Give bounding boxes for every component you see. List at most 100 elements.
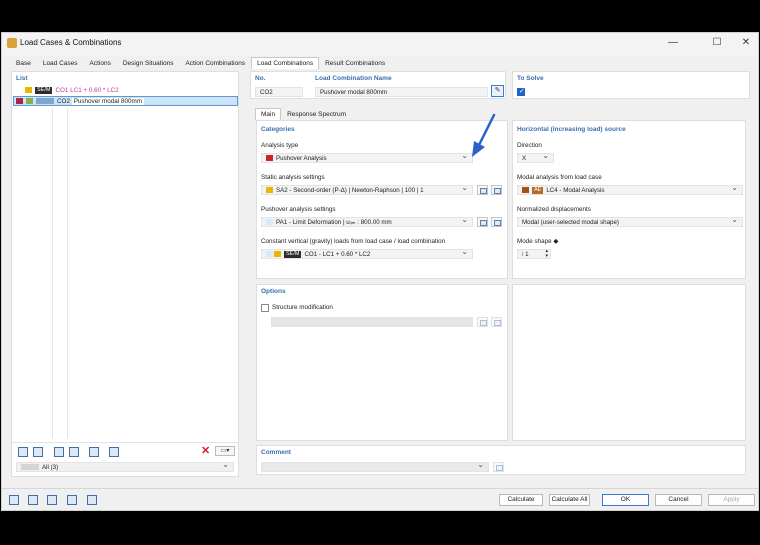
comment-edit-icon xyxy=(493,462,504,472)
tab-design-situations[interactable]: Design Situations xyxy=(117,57,180,69)
sort-icon[interactable] xyxy=(108,446,119,457)
function-icon[interactable] xyxy=(86,494,97,505)
empty-panel xyxy=(512,284,746,441)
edit-name-icon[interactable]: ✎ xyxy=(491,85,504,97)
comment-panel: Comment xyxy=(256,445,746,475)
sub-tabs: Main Response Spectrum xyxy=(255,108,352,120)
list-item-name: Pushover modal 800mm xyxy=(71,98,144,105)
minimize-icon[interactable]: — xyxy=(662,36,684,50)
no-label: No. xyxy=(255,75,266,82)
mode-shape-label: Mode shape ◆ xyxy=(517,238,559,245)
options-header: Options xyxy=(261,288,286,295)
spinner-arrows-icon[interactable]: ▴ ▾ xyxy=(545,250,548,258)
calculate-button[interactable]: Calculate xyxy=(499,494,543,506)
modal-analysis-tag: AE xyxy=(532,186,544,194)
constant-loads-value: CO1 - LC1 + 0.60 * LC2 xyxy=(304,251,371,258)
close-icon[interactable]: ✕ xyxy=(735,36,757,50)
structure-modification-select xyxy=(271,317,473,327)
dialog-window: Load Cases & Combinations — ☐ ✕ Base Loa… xyxy=(1,32,759,511)
comment-header: Comment xyxy=(261,449,291,456)
title-bar: Load Cases & Combinations — ☐ ✕ xyxy=(2,33,758,55)
delete-icon[interactable]: ✕ xyxy=(201,444,210,457)
categories-header: Categories xyxy=(261,126,295,133)
filter-icon[interactable] xyxy=(66,494,77,505)
horizontal-source-panel: Horizontal (increasing load) source Dire… xyxy=(512,120,746,279)
model-icon[interactable] xyxy=(46,494,57,505)
tab-load-combinations[interactable]: Load Combinations xyxy=(251,57,320,69)
tab-response-spectrum[interactable]: Response Spectrum xyxy=(281,108,352,120)
normalized-label: Normalized displacements xyxy=(517,206,591,213)
uncheck-all-icon[interactable] xyxy=(68,446,79,457)
mode-shape-prefix: i xyxy=(522,251,524,258)
new-item-icon[interactable] xyxy=(17,446,28,457)
horizontal-header: Horizontal (increasing load) source xyxy=(517,126,626,133)
static-settings-value: SA2 - Second-order (P-Δ) | Newton-Raphso… xyxy=(276,187,424,194)
edit-structure-mod-icon xyxy=(491,317,502,327)
list-item-id: CO1 xyxy=(55,87,69,94)
static-settings-label: Static analysis settings xyxy=(261,174,325,181)
list-item-id: CO2 xyxy=(57,98,70,105)
new-static-settings-icon[interactable] xyxy=(477,185,488,195)
direction-select[interactable]: X xyxy=(517,153,554,163)
main-tabs: Base Load Cases Actions Design Situation… xyxy=(10,57,391,69)
comment-field[interactable] xyxy=(261,462,489,472)
analysis-type-label: Analysis type xyxy=(261,142,299,149)
window-title: Load Cases & Combinations xyxy=(20,38,122,47)
renumber-icon[interactable] xyxy=(88,446,99,457)
pushover-settings-select[interactable]: PA1 - Limit Deformation | uₗᵢₘ : 800.00 … xyxy=(261,217,473,227)
maximize-icon[interactable]: ☐ xyxy=(706,36,728,50)
options-panel: Options Structure modification xyxy=(256,284,508,441)
modal-analysis-select[interactable]: AE LC4 - Modal Analysis xyxy=(517,185,743,195)
list-panel: List SE/M CO1 LC1 + 0.60 * LC2 CO2 Pushov… xyxy=(11,71,239,477)
structure-modification-label: Structure modification xyxy=(272,304,333,311)
filter-select[interactable]: All (3) xyxy=(16,462,234,472)
new-structure-mod-icon xyxy=(477,317,488,327)
edit-pushover-settings-icon[interactable] xyxy=(491,217,502,227)
ok-button[interactable]: OK xyxy=(602,494,649,506)
name-field[interactable]: Pushover modal 800mm xyxy=(315,87,488,97)
tab-load-cases[interactable]: Load Cases xyxy=(37,57,84,69)
list-item[interactable]: CO2 Pushover modal 800mm xyxy=(13,96,238,106)
app-icon xyxy=(7,38,17,48)
pushover-settings-label: Pushover analysis settings xyxy=(261,206,336,213)
annotation-arrow-icon xyxy=(472,113,496,157)
copy-item-icon[interactable] xyxy=(32,446,43,457)
modal-analysis-value: LC4 - Modal Analysis xyxy=(546,187,605,194)
tab-base[interactable]: Base xyxy=(10,57,37,69)
to-solve-checkbox[interactable] xyxy=(517,87,525,96)
pushover-settings-value: PA1 - Limit Deformation | uₗᵢₘ : 800.00 … xyxy=(276,219,392,226)
search-icon[interactable] xyxy=(8,494,19,505)
header-panel: No. CO2 Load Combination Name Pushover m… xyxy=(250,71,506,99)
list-item[interactable]: SE/M CO1 LC1 + 0.60 * LC2 xyxy=(13,86,235,96)
units-icon[interactable] xyxy=(27,494,38,505)
structure-modification-checkbox[interactable] xyxy=(261,304,269,312)
calculate-all-button[interactable]: Calculate All xyxy=(549,494,590,506)
apply-button[interactable]: Apply xyxy=(708,494,755,506)
normalized-select[interactable]: Modal (user-selected modal shape) xyxy=(517,217,743,227)
to-solve-panel: To Solve xyxy=(512,71,750,99)
check-all-icon[interactable] xyxy=(53,446,64,457)
cancel-button[interactable]: Cancel xyxy=(655,494,702,506)
list-item-name: LC1 + 0.60 * LC2 xyxy=(70,87,119,94)
mode-shape-spinner[interactable]: i 1 ▴ ▾ xyxy=(517,249,551,259)
edit-static-settings-icon[interactable] xyxy=(491,185,502,195)
tab-action-combinations[interactable]: Action Combinations xyxy=(179,57,251,69)
new-pushover-settings-icon[interactable] xyxy=(477,217,488,227)
mode-shape-value: 1 xyxy=(525,251,529,258)
constant-loads-select[interactable]: SE/M CO1 - LC1 + 0.60 * LC2 xyxy=(261,249,473,259)
name-label: Load Combination Name xyxy=(315,75,392,82)
filter-value: All (3) xyxy=(42,464,59,471)
analysis-type-select[interactable]: Pushover Analysis xyxy=(261,153,473,163)
constant-loads-label: Constant vertical (gravity) loads from l… xyxy=(261,238,446,245)
tab-actions[interactable]: Actions xyxy=(84,57,117,69)
static-settings-select[interactable]: SA2 - Second-order (P-Δ) | Newton-Raphso… xyxy=(261,185,473,195)
tab-result-combinations[interactable]: Result Combinations xyxy=(319,57,391,69)
list-item-tag: SE/M xyxy=(35,86,53,94)
analysis-type-value: Pushover Analysis xyxy=(276,155,327,162)
tab-main[interactable]: Main xyxy=(255,108,282,120)
list-header: List xyxy=(16,75,28,82)
constant-loads-tag: SE/M xyxy=(284,250,302,258)
to-solve-label: To Solve xyxy=(517,75,544,82)
no-field[interactable]: CO2 xyxy=(255,87,303,97)
view-options-icon[interactable]: ▭▾ xyxy=(215,446,235,456)
